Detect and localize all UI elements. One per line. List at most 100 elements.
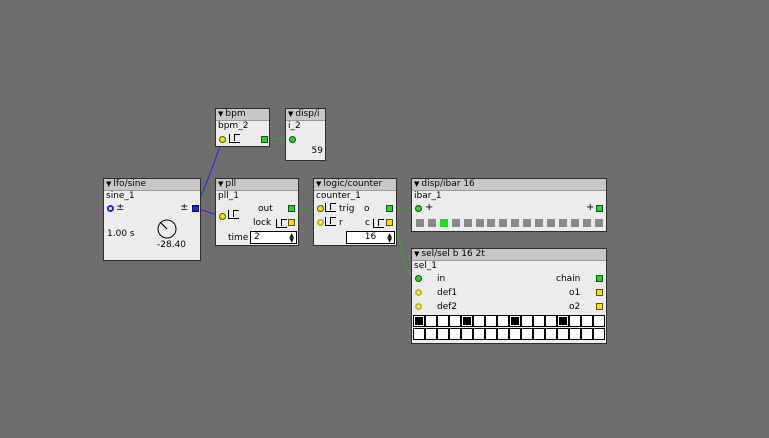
step-toggle[interactable] — [509, 315, 521, 327]
outlet-int[interactable] — [261, 136, 268, 143]
step-toggle[interactable] — [581, 328, 593, 340]
sel-object[interactable]: ▼ sel/sel b 16 2t sel_1 in def1 def2 chai… — [411, 248, 607, 344]
step-toggle[interactable] — [449, 315, 461, 327]
collapse-triangle-icon[interactable]: ▼ — [288, 110, 293, 118]
trigger-icon — [325, 203, 336, 212]
step-toggle[interactable] — [533, 328, 545, 340]
step-toggle[interactable] — [473, 328, 485, 340]
step-toggle[interactable] — [569, 315, 581, 327]
inlet-r[interactable] — [317, 219, 324, 226]
outlet-lock[interactable] — [288, 219, 295, 226]
step-toggle[interactable] — [461, 328, 473, 340]
inlet-def1[interactable] — [415, 289, 422, 296]
step-toggle[interactable] — [485, 328, 497, 340]
collapse-triangle-icon[interactable]: ▼ — [218, 180, 223, 188]
inlet-int[interactable] — [289, 136, 296, 143]
spinner-arrows-icon[interactable]: ▲ ▼ — [289, 233, 294, 244]
instance-name: i_2 — [288, 121, 301, 131]
inlet-label-trig: trig — [339, 204, 355, 214]
step-toggle[interactable] — [545, 328, 557, 340]
bar-cell — [487, 219, 496, 227]
bpm-header[interactable]: ▼ bpm — [216, 109, 269, 121]
collapse-triangle-icon[interactable]: ▼ — [414, 180, 419, 188]
object-type-label: lfo/sine — [113, 179, 147, 189]
inlet-bool[interactable] — [219, 213, 226, 220]
step-toggle[interactable] — [461, 315, 473, 327]
step-toggle[interactable] — [473, 315, 485, 327]
lfo-header[interactable]: ▼ lfo/sine — [104, 179, 200, 191]
bar-cell — [451, 219, 460, 227]
spinner-arrows-icon[interactable]: ▲ ▼ — [387, 233, 392, 244]
bar-cell — [582, 219, 591, 227]
outlet-out[interactable] — [288, 205, 295, 212]
sel-header[interactable]: ▼ sel/sel b 16 2t — [412, 249, 606, 261]
outlet-int[interactable] — [596, 205, 603, 212]
object-type-label: sel/sel b 16 2t — [421, 249, 485, 259]
step-toggle[interactable] — [485, 315, 497, 327]
step-toggle[interactable] — [425, 328, 437, 340]
inlet-def2[interactable] — [415, 303, 422, 310]
outlet-o[interactable] — [386, 205, 393, 212]
bar-cell — [523, 219, 532, 227]
lfo-sine-object[interactable]: ▼ lfo/sine sine_1 ± ± 1.00 s -28.40 — [103, 178, 201, 261]
inlet-int[interactable] — [415, 205, 422, 212]
inlet-in[interactable] — [415, 275, 422, 282]
outlet-label: o2 — [569, 302, 581, 312]
step-toggle[interactable] — [437, 328, 449, 340]
step-toggle[interactable] — [557, 315, 569, 327]
step-toggle[interactable] — [413, 328, 425, 340]
bar-cell — [594, 219, 603, 227]
bar-cell — [570, 219, 579, 227]
step-toggle[interactable] — [449, 328, 461, 340]
collapse-triangle-icon[interactable]: ▼ — [316, 180, 321, 188]
disp-i-header[interactable]: ▼ disp/i — [286, 109, 325, 121]
step-toggle[interactable] — [521, 328, 533, 340]
instance-name: counter_1 — [316, 191, 361, 201]
step-toggle[interactable] — [593, 328, 605, 340]
outlet-frac[interactable] — [192, 205, 199, 212]
inlet-bool[interactable] — [219, 136, 226, 143]
ibar-object[interactable]: ▼ disp/ibar 16 ibar_1 + + — [411, 178, 607, 232]
step-toggle[interactable] — [425, 315, 437, 327]
trigger-icon — [228, 210, 239, 219]
knob-icon[interactable] — [156, 218, 178, 240]
step-toggle[interactable] — [533, 315, 545, 327]
step-toggle[interactable] — [521, 315, 533, 327]
object-type-label: bpm — [225, 109, 246, 119]
collapse-triangle-icon[interactable]: ▼ — [106, 180, 111, 188]
count-spinner[interactable]: 16 ▲ ▼ — [346, 231, 395, 244]
ibar-header[interactable]: ▼ disp/ibar 16 — [412, 179, 606, 191]
step-toggle[interactable] — [545, 315, 557, 327]
pll-object[interactable]: ▼ pll pll_1 out lock time 2 ▲ ▼ — [215, 178, 299, 246]
time-spinner[interactable]: 2 ▲ ▼ — [250, 231, 297, 244]
inlet-label: def1 — [437, 288, 458, 298]
outlet-chain[interactable] — [596, 275, 603, 282]
collapse-triangle-icon[interactable]: ▼ — [414, 250, 419, 258]
instance-name: bpm_2 — [218, 121, 249, 131]
disp-i-object[interactable]: ▼ disp/i i_2 59 — [285, 108, 326, 161]
step-toggle[interactable] — [497, 315, 509, 327]
inlet-label: ± — [116, 202, 125, 213]
object-type-label: logic/counter — [323, 179, 383, 189]
outlet-o2[interactable] — [596, 303, 603, 310]
step-toggle[interactable] — [593, 315, 605, 327]
step-toggle[interactable] — [569, 328, 581, 340]
collapse-triangle-icon[interactable]: ▼ — [218, 110, 223, 118]
step-grid[interactable] — [413, 315, 607, 341]
outlet-c[interactable] — [386, 219, 393, 226]
step-toggle[interactable] — [437, 315, 449, 327]
trigger-icon — [325, 217, 336, 226]
pll-header[interactable]: ▼ pll — [216, 179, 298, 191]
outlet-o1[interactable] — [596, 289, 603, 296]
step-toggle[interactable] — [581, 315, 593, 327]
object-type-label: disp/i — [295, 109, 320, 119]
step-toggle[interactable] — [509, 328, 521, 340]
inlet-trig[interactable] — [317, 205, 324, 212]
step-toggle[interactable] — [413, 315, 425, 327]
step-toggle[interactable] — [497, 328, 509, 340]
counter-object[interactable]: ▼ logic/counter counter_1 trig r o c 16 ▲ ▼ — [313, 178, 397, 246]
step-toggle[interactable] — [557, 328, 569, 340]
counter-header[interactable]: ▼ logic/counter — [314, 179, 396, 191]
inlet-frac[interactable] — [107, 205, 114, 212]
bpm-object[interactable]: ▼ bpm bpm_2 — [215, 108, 270, 147]
